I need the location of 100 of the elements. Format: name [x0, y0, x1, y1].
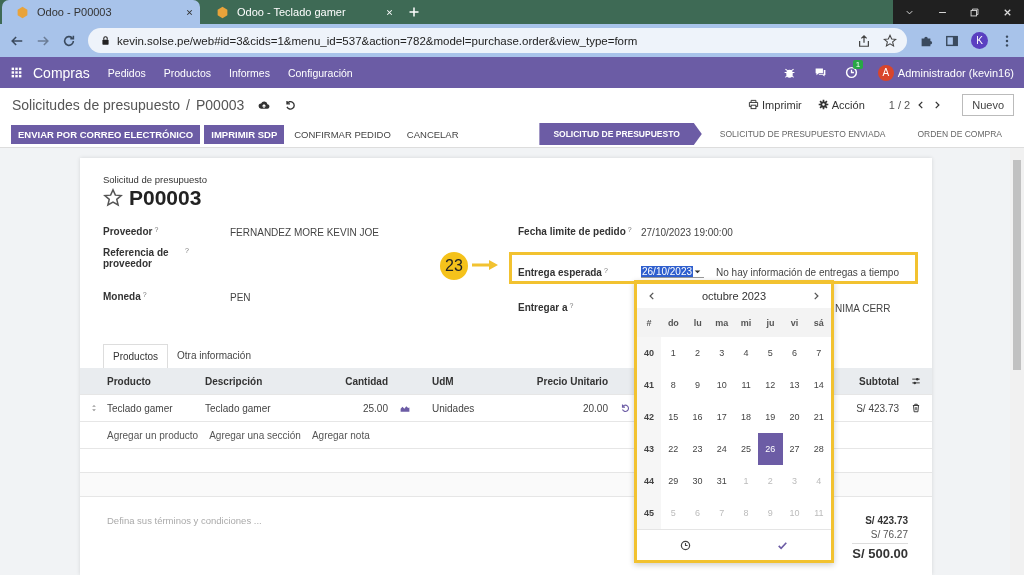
day-cell[interactable]: 28 — [806, 433, 831, 465]
week-number: 41 — [637, 369, 662, 401]
day-cell[interactable]: 30 — [685, 465, 710, 497]
day-cell[interactable]: 19 — [758, 401, 783, 433]
day-cell[interactable]: 5 — [758, 337, 783, 369]
status-stage[interactable]: ORDEN DE COMPRA — [903, 123, 1016, 145]
day-cell[interactable]: 14 — [806, 369, 831, 401]
menu-item[interactable]: Configuración — [287, 66, 353, 79]
action-button[interactable]: CANCELAR — [400, 124, 465, 144]
browser-tab[interactable]: Odoo - Teclado gamer — [202, 0, 400, 24]
browser-tab[interactable]: Odoo - P00003 — [2, 0, 200, 24]
day-cell[interactable]: 25 — [734, 433, 759, 465]
field-value: FERNANDEZ MORE KEVIN JOE — [230, 226, 379, 238]
total-amount: S/ 500.00 — [852, 543, 908, 561]
day-cell[interactable]: 22 — [661, 433, 686, 465]
action-button[interactable]: ENVIAR POR CORREO ELECTRÓNICO — [11, 124, 201, 144]
chevron-right-icon[interactable] — [811, 290, 821, 301]
day-cell[interactable]: 15 — [661, 401, 686, 433]
star-icon[interactable] — [103, 188, 123, 208]
app-name[interactable]: Compras — [33, 64, 90, 81]
day-cell[interactable]: 17 — [709, 401, 734, 433]
check-icon[interactable] — [777, 539, 788, 551]
day-cell[interactable]: 11 — [734, 369, 759, 401]
day-cell[interactable]: 31 — [709, 465, 734, 497]
sidebar-icon[interactable] — [945, 33, 959, 48]
breadcrumb-separator: / — [186, 96, 190, 113]
close-icon[interactable] — [185, 7, 194, 17]
chat-icon[interactable] — [813, 66, 827, 79]
user-avatar[interactable]: A — [877, 64, 894, 81]
document-type: Solicitud de presupuesto — [103, 174, 209, 185]
action-button[interactable]: IMPRIMIR SDP — [204, 124, 285, 144]
column-header: Descripción — [204, 375, 264, 387]
trash-icon[interactable] — [911, 403, 921, 413]
status-stage[interactable]: SOLICITUD DE PRESUPUESTO — [539, 123, 702, 145]
print-button[interactable]: Imprimir — [748, 98, 802, 111]
menu-item[interactable]: Pedidos — [107, 66, 146, 79]
day-cell[interactable]: 16 — [685, 401, 710, 433]
day-cell[interactable]: 9 — [685, 369, 710, 401]
scrollbar[interactable] — [1010, 148, 1024, 575]
day-cell[interactable]: 3 — [709, 337, 734, 369]
new-button[interactable]: Nuevo — [962, 93, 1014, 116]
bug-icon[interactable] — [782, 66, 796, 79]
action-button[interactable]: CONFIRMAR PEDIDO — [288, 124, 397, 144]
action-button[interactable]: Acción — [817, 98, 865, 111]
sliders-icon[interactable] — [911, 376, 921, 386]
weekday-header: do — [666, 316, 680, 330]
field-label: Entregar a — [518, 302, 568, 313]
day-cell[interactable]: 20 — [782, 401, 807, 433]
clock-icon[interactable] — [680, 539, 691, 551]
weekday-header: ma — [714, 316, 730, 330]
form-tab[interactable]: Productos — [103, 344, 169, 368]
weekday-header: ju — [765, 316, 776, 330]
lock-icon — [100, 35, 111, 46]
undo-icon[interactable] — [620, 403, 630, 413]
day-cell[interactable]: 26 — [758, 433, 783, 465]
breadcrumb-current: P00003 — [196, 96, 245, 113]
share-icon[interactable] — [857, 33, 871, 48]
area-chart-icon[interactable] — [400, 403, 410, 413]
tab-title: Odoo - P00003 — [37, 6, 113, 18]
field-value: 27/10/2023 19:00:00 — [641, 226, 733, 238]
status-stage[interactable]: SOLICITUD DE PRESUPUESTO ENVIADA — [705, 123, 900, 145]
menu-item[interactable]: Informes — [229, 66, 270, 79]
day-cell[interactable]: 2 — [685, 337, 710, 369]
day-cell[interactable]: 8 — [661, 369, 686, 401]
hexagon-icon — [216, 5, 229, 19]
day-cell[interactable]: 1 — [661, 337, 686, 369]
add-line-link[interactable]: Agregar nota — [311, 429, 370, 441]
chevron-left-icon[interactable] — [647, 290, 657, 301]
day-cell[interactable]: 23 — [685, 433, 710, 465]
add-line-link[interactable]: Agregar un producto — [107, 429, 199, 441]
day-cell[interactable]: 21 — [806, 401, 831, 433]
month-title[interactable]: octubre 2023 — [701, 289, 767, 302]
week-number: 44 — [637, 465, 662, 497]
add-line-link[interactable]: Agregar una sección — [209, 429, 301, 441]
day-cell[interactable]: 12 — [758, 369, 783, 401]
field-label: Moneda — [103, 291, 141, 302]
undo-icon[interactable] — [284, 98, 297, 111]
day-cell[interactable]: 10 — [709, 369, 734, 401]
apps-grid-icon[interactable] — [10, 66, 23, 79]
day-cell[interactable]: 18 — [734, 401, 759, 433]
day-cell[interactable]: 29 — [661, 465, 686, 497]
profile-avatar[interactable]: K — [971, 32, 988, 49]
day-cell[interactable]: 13 — [782, 369, 807, 401]
field-value: PEN — [230, 291, 251, 303]
form-tab[interactable]: Otra información — [168, 344, 260, 368]
day-cell[interactable]: 7 — [806, 337, 831, 369]
menu-item[interactable]: Productos — [163, 66, 212, 79]
address-field[interactable]: kevin.solse.pe/web#id=3&cids=1&menu_id=537&action=782&model=purchase.order&view_type=form — [88, 28, 907, 53]
table-cell-text: 25.00 — [361, 402, 389, 414]
arrow-icon — [472, 260, 498, 270]
close-icon[interactable] — [385, 7, 394, 17]
reload-icon[interactable] — [62, 33, 76, 48]
star-icon[interactable] — [883, 33, 897, 48]
breadcrumb-link[interactable]: Solicitudes de presupuesto — [12, 96, 181, 113]
day-cell[interactable]: 24 — [709, 433, 734, 465]
column-header: Subtotal — [858, 375, 900, 387]
user-name[interactable]: Administrador (kevin16) — [897, 66, 1014, 79]
day-cell[interactable]: 4 — [734, 337, 759, 369]
day-cell[interactable]: 6 — [782, 337, 807, 369]
day-cell[interactable]: 27 — [782, 433, 807, 465]
